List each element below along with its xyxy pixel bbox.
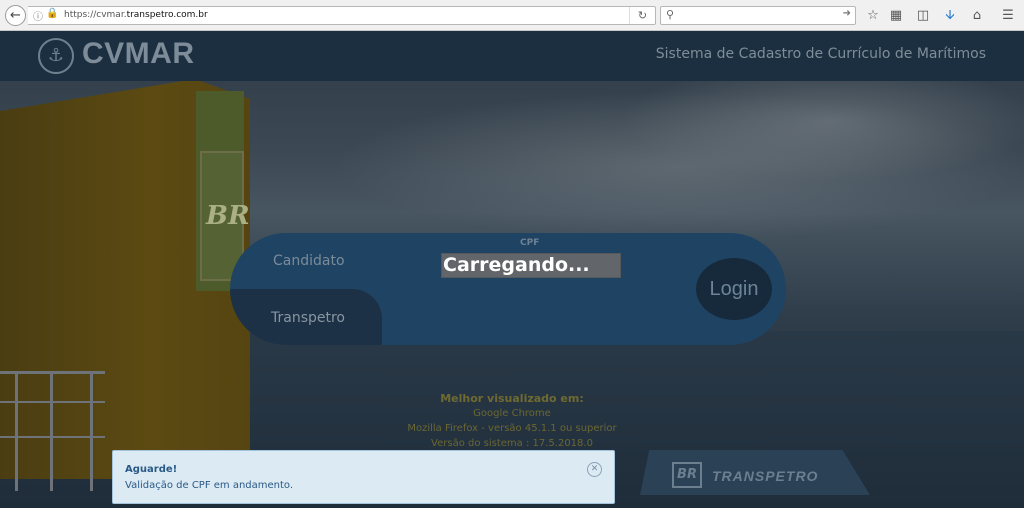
best-viewed-info: Melhor visualizado em: Google Chrome Moz… (380, 391, 644, 451)
url-text[interactable]: https://cvmar.transpetro.com.br (64, 10, 208, 20)
login-button[interactable]: Login (696, 258, 772, 320)
notification-toast: Aguarde! Validação de CPF em andamento. … (112, 450, 615, 504)
br-logo-icon: BR (672, 462, 702, 488)
transpetro-footer-logo: BR TRANSPETRO (640, 450, 870, 495)
back-button[interactable]: ← (5, 5, 26, 26)
search-input[interactable] (681, 9, 831, 22)
lock-icon: 🔒 (46, 8, 59, 19)
loading-indicator: Carregando... (441, 253, 621, 278)
best-viewed-title: Melhor visualizado em: (440, 392, 584, 405)
funnel-logo-text: BR (206, 201, 250, 231)
ship-railing (0, 371, 105, 491)
sailor-logo-icon: ⚓ (38, 38, 74, 74)
browser-toolbar: ← ⓘ 🔒 https://cvmar.transpetro.com.br ↻ … (0, 0, 1024, 31)
close-icon[interactable]: ✕ (587, 462, 602, 477)
menu-icon[interactable]: ☰ (997, 5, 1019, 26)
reading-list-icon[interactable]: ▦ (885, 5, 907, 26)
download-icon[interactable]: 🡫 (939, 5, 961, 26)
home-icon[interactable]: ⌂ (966, 5, 988, 26)
cpf-label: CPF (520, 238, 540, 248)
toast-message: Validação de CPF em andamento. (125, 480, 294, 491)
best-viewed-firefox: Mozilla Firefox - versão 45.1.1 ou super… (407, 423, 617, 434)
login-panel: Candidato Transpetro CPF Login (230, 233, 786, 345)
forward-arrow-icon[interactable]: ➜ (843, 8, 851, 19)
url-prefix: https://cvmar. (64, 10, 127, 20)
best-viewed-chrome: Google Chrome (473, 408, 551, 419)
url-domain: transpetro.com.br (126, 10, 208, 20)
site-header: ⚓ CVMAR Sistema de Cadastro de Currículo… (0, 31, 1024, 81)
system-version: Versão do sistema : 17.5.2018.0 (431, 438, 593, 449)
star-icon[interactable]: ☆ (862, 5, 884, 26)
tab-candidato-label: Candidato (273, 253, 345, 269)
address-bar[interactable]: ⓘ 🔒 https://cvmar.transpetro.com.br ↻ (28, 6, 656, 25)
site-subtitle: Sistema de Cadastro de Currículo de Marí… (655, 46, 986, 62)
reload-icon: ↻ (637, 9, 648, 22)
site-logo-text[interactable]: CVMAR (82, 37, 195, 71)
reload-button[interactable]: ↻ (629, 7, 655, 24)
info-icon[interactable]: ⓘ (33, 8, 43, 23)
back-icon: ← (10, 8, 21, 23)
transpetro-logo-text: TRANSPETRO (712, 468, 819, 484)
tab-transpetro-label: Transpetro (271, 310, 345, 326)
search-bar[interactable]: ⚲ ➜ (660, 6, 856, 25)
pocket-icon[interactable]: ◫ (912, 5, 934, 26)
search-icon: ⚲ (666, 8, 675, 21)
toast-title: Aguarde! (125, 464, 178, 475)
